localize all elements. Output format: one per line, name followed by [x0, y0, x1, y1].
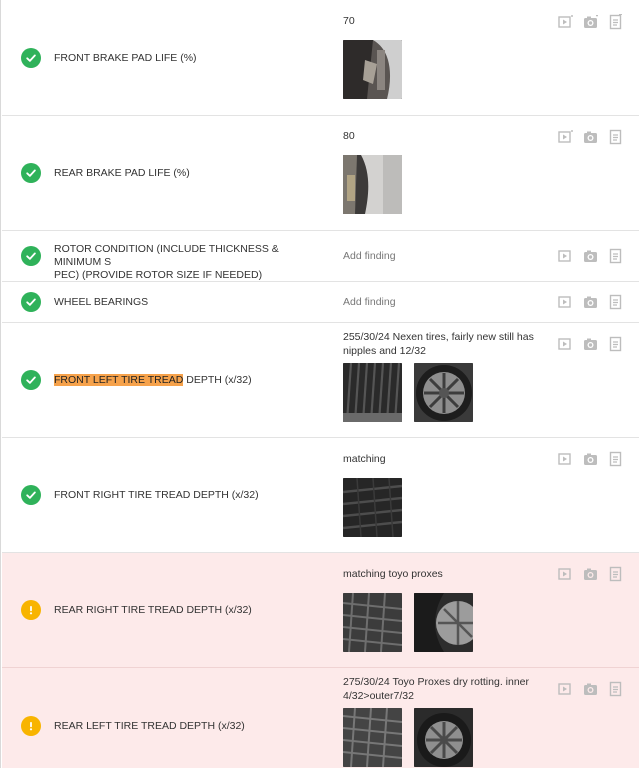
check-icon — [21, 48, 41, 68]
item-label-line: PEC) (PROVIDE ROTOR SIZE IF NEEDED) — [54, 269, 263, 281]
finding-text[interactable]: 70 — [343, 14, 548, 28]
photo-thumbnail-tire-tread[interactable] — [343, 708, 402, 767]
finding-text[interactable]: 80 — [343, 129, 548, 143]
inspection-row-front-left-tire[interactable]: FRONT LEFT TIRE TREAD DEPTH (x/32) 255/3… — [2, 323, 639, 438]
add-finding-field[interactable]: Add finding — [343, 249, 548, 263]
camera-icon[interactable] — [582, 13, 600, 31]
inspection-row-rear-brake-pad[interactable]: REAR BRAKE PAD LIFE (%) 80 — [2, 116, 639, 231]
inspection-row-front-right-tire[interactable]: FRONT RIGHT TIRE TREAD DEPTH (x/32) matc… — [2, 438, 639, 553]
warning-icon — [21, 716, 41, 736]
finding-text[interactable]: 275/30/24 Toyo Proxes dry rotting. inner… — [343, 675, 548, 703]
finding-text[interactable]: 255/30/24 Nexen tires, fairly new still … — [343, 330, 548, 358]
notes-icon[interactable] — [607, 247, 625, 265]
photo-thumbnail-brake[interactable] — [343, 155, 402, 214]
video-icon[interactable] — [557, 128, 575, 146]
camera-icon[interactable] — [582, 680, 600, 698]
check-icon — [21, 246, 41, 266]
inspection-row-front-brake-pad[interactable]: FRONT BRAKE PAD LIFE (%) 70 — [2, 0, 639, 116]
check-icon — [21, 485, 41, 505]
camera-icon[interactable] — [582, 128, 600, 146]
item-label: FRONT LEFT TIRE TREAD DEPTH (x/32) — [54, 374, 322, 387]
item-label-line: ROTOR CONDITION (INCLUDE THICKNESS & MIN… — [54, 243, 279, 268]
camera-icon[interactable] — [582, 565, 600, 583]
photo-thumbnail-brake[interactable] — [343, 40, 402, 99]
photo-thumbnail-wheel[interactable] — [414, 593, 473, 652]
notes-icon[interactable] — [607, 450, 625, 468]
item-label-rest: DEPTH (x/32) — [183, 374, 252, 386]
finding-text[interactable]: matching toyo proxes — [343, 567, 548, 581]
video-icon[interactable] — [557, 335, 575, 353]
notes-icon[interactable] — [607, 128, 625, 146]
add-finding-field[interactable]: Add finding — [343, 295, 548, 309]
camera-icon[interactable] — [582, 450, 600, 468]
video-icon[interactable] — [557, 450, 575, 468]
notes-icon[interactable] — [607, 13, 625, 31]
item-label: WHEEL BEARINGS — [54, 296, 149, 308]
item-label: FRONT RIGHT TIRE TREAD DEPTH (x/32) — [54, 489, 259, 501]
video-icon[interactable] — [557, 680, 575, 698]
warning-icon — [21, 600, 41, 620]
photo-thumbnail-tire-tread[interactable] — [343, 478, 402, 537]
notes-icon[interactable] — [607, 680, 625, 698]
check-icon — [21, 163, 41, 183]
inspection-row-rotor-condition[interactable]: ROTOR CONDITION (INCLUDE THICKNESS & MIN… — [2, 231, 639, 282]
photo-thumbnail-wheel[interactable] — [414, 363, 473, 422]
item-label: REAR RIGHT TIRE TREAD DEPTH (x/32) — [54, 604, 252, 616]
item-label: ROTOR CONDITION (INCLUDE THICKNESS & MIN… — [54, 243, 322, 282]
check-icon — [21, 292, 41, 312]
check-icon — [21, 370, 41, 390]
video-icon[interactable] — [557, 565, 575, 583]
item-label: REAR BRAKE PAD LIFE (%) — [54, 167, 190, 179]
camera-icon[interactable] — [582, 247, 600, 265]
notes-icon[interactable] — [607, 335, 625, 353]
video-icon[interactable] — [557, 247, 575, 265]
notes-icon[interactable] — [607, 565, 625, 583]
inspection-row-rear-right-tire[interactable]: REAR RIGHT TIRE TREAD DEPTH (x/32) match… — [2, 553, 639, 668]
photo-thumbnail-tire-tread[interactable] — [343, 593, 402, 652]
inspection-row-wheel-bearings[interactable]: WHEEL BEARINGS Add finding — [2, 282, 639, 323]
search-highlight: FRONT LEFT TIRE TREAD — [54, 374, 184, 386]
photo-thumbnail-wheel[interactable] — [414, 708, 473, 767]
camera-icon[interactable] — [582, 335, 600, 353]
video-icon[interactable] — [557, 13, 575, 31]
item-label: REAR LEFT TIRE TREAD DEPTH (x/32) — [54, 720, 245, 732]
inspection-row-rear-left-tire[interactable]: REAR LEFT TIRE TREAD DEPTH (x/32) 275/30… — [2, 668, 639, 768]
notes-icon[interactable] — [607, 293, 625, 311]
video-icon[interactable] — [557, 293, 575, 311]
photo-thumbnail-tire-tread[interactable] — [343, 363, 402, 422]
finding-text[interactable]: matching — [343, 452, 548, 466]
camera-icon[interactable] — [582, 293, 600, 311]
inspection-list: FRONT BRAKE PAD LIFE (%) 70 REAR BRAKE P… — [0, 0, 639, 768]
item-label: FRONT BRAKE PAD LIFE (%) — [54, 52, 197, 64]
